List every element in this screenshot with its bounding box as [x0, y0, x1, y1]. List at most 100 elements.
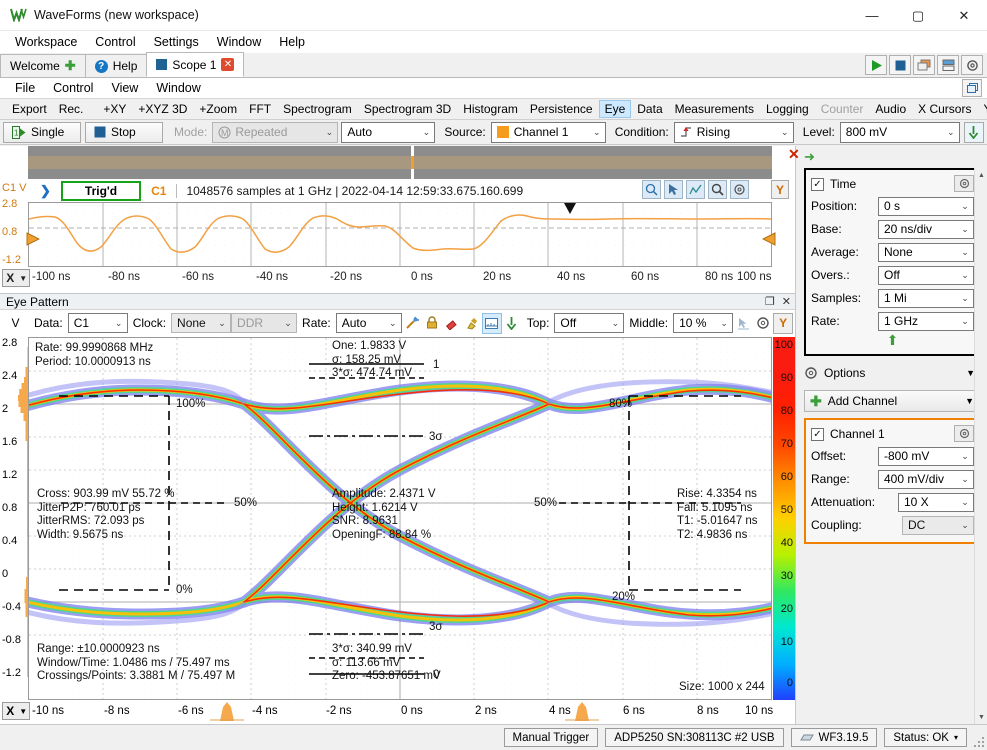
lock-icon[interactable] — [422, 313, 442, 334]
source-combo[interactable]: Channel 1 ⌄ — [491, 122, 606, 143]
arrow-right-icon[interactable]: ➜ — [804, 149, 815, 165]
measure-icon[interactable] — [686, 180, 705, 199]
measure-overlay-icon[interactable] — [482, 313, 502, 334]
windows-icon[interactable] — [913, 55, 935, 75]
eye-settings-icon[interactable] — [753, 313, 773, 334]
eye-clock-combo[interactable]: None ⌄ — [171, 313, 231, 333]
tool-audio[interactable]: Audio — [869, 100, 912, 118]
settings-icon[interactable] — [961, 55, 983, 75]
menu-help[interactable]: Help — [270, 33, 314, 51]
tool-persistence[interactable]: Persistence — [524, 100, 599, 118]
expand-icon[interactable]: ❯ — [40, 183, 51, 199]
menu-workspace[interactable]: Workspace — [6, 33, 86, 51]
arrow-down-icon[interactable] — [502, 313, 522, 334]
eye-middle-combo[interactable]: 10 % ⌄ — [673, 313, 733, 333]
close-panel-icon[interactable]: ✕ — [788, 146, 800, 163]
scope-waveform-plot[interactable] — [28, 202, 772, 267]
time-base-combo[interactable]: 20 ns/div ⌄ — [878, 220, 974, 239]
tab-help[interactable]: ? Help — [85, 54, 148, 77]
time-enable-checkbox[interactable]: ✓ — [811, 178, 824, 191]
options-row[interactable]: Options ▼ — [804, 362, 981, 384]
stop-icon[interactable] — [889, 55, 911, 75]
level-combo[interactable]: 800 mV ⌄ — [840, 122, 960, 143]
eye-x-axis-selector[interactable]: X▼ — [2, 702, 30, 720]
acquisition-ruler[interactable] — [28, 146, 772, 179]
minimize-button[interactable]: — — [849, 0, 895, 31]
device-status[interactable]: ADP5250 SN:308113C #2 USB — [605, 728, 783, 747]
time-collapse-arrow-icon[interactable]: ⬆ — [811, 332, 974, 348]
tool-spectrogram[interactable]: Spectrogram — [277, 100, 358, 118]
maximize-button[interactable]: ▢ — [895, 0, 941, 31]
time-settings-icon[interactable] — [954, 175, 974, 192]
time-oversampling-combo[interactable]: Off ⌄ — [878, 266, 974, 285]
menu-window[interactable]: Window — [208, 33, 270, 51]
scope-menu-file[interactable]: File — [6, 79, 44, 97]
zoom-region-icon[interactable] — [642, 180, 661, 199]
eye-y-axis-button[interactable]: Y — [773, 313, 793, 334]
add-channel-button[interactable]: ✚ Add Channel ▼ — [804, 390, 981, 412]
tab-scope-1[interactable]: Scope 1 ✕ — [146, 52, 244, 77]
close-button[interactable]: ✕ — [941, 0, 987, 31]
tool-fft[interactable]: FFT — [243, 100, 277, 118]
eye-top-combo[interactable]: Off ⌄ — [554, 313, 624, 333]
tool-data[interactable]: Data — [631, 100, 668, 118]
settings-scrollbar[interactable]: ▲ ▼ — [974, 168, 987, 724]
run-icon[interactable] — [865, 55, 887, 75]
menu-control[interactable]: Control — [86, 33, 144, 51]
undock-icon[interactable] — [962, 79, 982, 97]
single-button[interactable]: 1 Single — [3, 122, 81, 143]
close-icon[interactable]: ✕ — [221, 58, 234, 71]
time-samples-combo[interactable]: 1 Mi ⌄ — [878, 289, 974, 308]
magnify-icon[interactable] — [708, 180, 727, 199]
version-status[interactable]: WF3.19.5 — [791, 728, 878, 747]
trigger-level-marker[interactable] — [26, 232, 40, 246]
tool-zoom[interactable]: +Zoom — [193, 100, 243, 118]
eye-cursor-icon[interactable] — [733, 313, 753, 334]
tool-spectrogram-3d[interactable]: Spectrogram 3D — [358, 100, 457, 118]
channel-range-combo[interactable]: 400 mV/div ⌄ — [878, 470, 974, 489]
channel-1-settings-icon[interactable] — [954, 425, 974, 442]
auto-combo[interactable]: Auto ⌄ — [341, 122, 435, 143]
channel-1-enable-checkbox[interactable]: ✓ — [811, 428, 824, 441]
tool-xy[interactable]: +XY — [97, 100, 132, 118]
tool-eye[interactable]: Eye — [599, 100, 632, 118]
connection-status[interactable]: Status: OK ▾ — [884, 728, 967, 747]
mode-combo[interactable]: M Repeated ⌄ — [212, 122, 338, 143]
scope-menu-control[interactable]: Control — [44, 79, 102, 97]
channel-offset-combo[interactable]: -800 mV ⌄ — [878, 447, 974, 466]
time-rate-combo[interactable]: 1 GHz ⌄ — [878, 312, 974, 331]
channel-attenuation-combo[interactable]: 10 X ⌄ — [898, 493, 974, 512]
tool-xyz3d[interactable]: +XYZ 3D — [132, 100, 193, 118]
eye-rate-combo[interactable]: Auto ⌄ — [336, 313, 402, 333]
channel-coupling-combo[interactable]: DC ⌄ — [902, 516, 974, 535]
scope-y-axis-button[interactable]: Y — [771, 180, 789, 199]
tool-export[interactable]: Export — [6, 100, 53, 118]
apply-level-button[interactable] — [964, 122, 984, 143]
close-icon[interactable]: ✕ — [782, 295, 791, 308]
tool-logging[interactable]: Logging — [760, 100, 815, 118]
eye-diagram-plot[interactable]: 1 0 3σ 3σ Rate: 99.9990868 MHz Period: 1… — [28, 337, 772, 700]
scope-menu-window[interactable]: Window — [147, 79, 209, 97]
eraser-icon[interactable] — [442, 313, 462, 334]
time-position-combo[interactable]: 0 s ⌄ — [878, 197, 974, 216]
stop-button[interactable]: Stop — [85, 122, 163, 143]
manual-trigger-button[interactable]: Manual Trigger — [504, 728, 599, 747]
eye-data-combo[interactable]: C1 ⌄ — [68, 313, 128, 333]
tab-welcome[interactable]: Welcome ✚ — [0, 54, 86, 77]
brush-icon[interactable] — [462, 313, 482, 334]
tool-histogram[interactable]: Histogram — [457, 100, 524, 118]
menu-settings[interactable]: Settings — [145, 33, 208, 51]
tool-x-cursors[interactable]: X Cursors — [912, 100, 977, 118]
scope-menu-view[interactable]: View — [102, 79, 147, 97]
resize-grip[interactable] — [972, 735, 984, 747]
restore-icon[interactable]: ❐ — [765, 295, 775, 308]
scope-x-axis-selector[interactable]: X▼ — [2, 269, 30, 287]
scroll-up-icon[interactable]: ▲ — [975, 168, 987, 182]
condition-combo[interactable]: Rising ⌄ — [674, 122, 794, 143]
tool-measurements[interactable]: Measurements — [669, 100, 760, 118]
tool-y-cursors[interactable]: Y Cursors — [977, 100, 987, 118]
time-average-combo[interactable]: None ⌄ — [878, 243, 974, 262]
trigger-level-marker-right[interactable] — [762, 232, 776, 246]
scope-settings-icon[interactable] — [730, 180, 749, 199]
tool-rec[interactable]: Rec. — [53, 100, 90, 118]
